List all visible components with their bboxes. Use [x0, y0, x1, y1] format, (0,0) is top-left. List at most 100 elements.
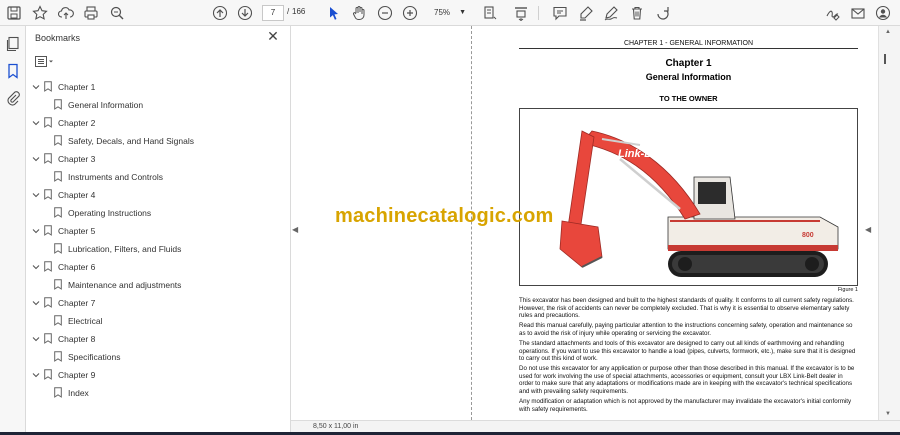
save-icon[interactable] — [4, 3, 24, 23]
top-toolbar: 7 / 166 75% ▼ — [0, 0, 900, 26]
bookmark-section[interactable]: Specifications — [26, 348, 290, 366]
comment-icon[interactable] — [550, 3, 570, 23]
bookmark-options-icon[interactable] — [35, 55, 55, 67]
fit-page-icon[interactable] — [480, 3, 500, 23]
figure-brand-text: Link-Belt — [618, 148, 666, 160]
bookmark-section[interactable]: Maintenance and adjustments — [26, 276, 290, 294]
bookmark-icon — [54, 315, 62, 326]
chevron-down-icon[interactable] — [32, 119, 40, 127]
bookmark-chapter[interactable]: Chapter 1 — [26, 78, 290, 96]
bookmark-label: Lubrication, Filters, and Fluids — [68, 244, 182, 254]
paragraph: Read this manual carefully, paying parti… — [519, 322, 853, 337]
bookmark-label: Operating Instructions — [68, 208, 152, 218]
page-size-label: 8,50 x 11,00 in — [313, 423, 359, 430]
scrollbar-thumb[interactable] — [884, 54, 886, 64]
bookmark-label: Chapter 1 — [58, 82, 96, 92]
chevron-down-icon[interactable] — [32, 335, 40, 343]
paragraph: Any modification or adaptation which is … — [519, 398, 852, 413]
zoom-in-icon[interactable] — [400, 3, 420, 23]
bookmark-chapter[interactable]: Chapter 9 — [26, 366, 290, 384]
chevron-down-icon[interactable] — [32, 191, 40, 199]
paragraph: The standard attachments and tools of th… — [519, 339, 856, 363]
zoom-select[interactable]: 75% ▼ — [427, 5, 471, 21]
bookmarks-panel-icon[interactable] — [5, 63, 21, 79]
bookmark-section[interactable]: Operating Instructions — [26, 204, 290, 222]
bookmark-section[interactable]: Lubrication, Filters, and Fluids — [26, 240, 290, 258]
collapse-panel-icon[interactable]: ◀ — [292, 225, 300, 235]
watermark-text: machinecatalogic.com — [335, 205, 554, 227]
page-down-icon[interactable] — [235, 3, 255, 23]
bookmark-section[interactable]: General Information — [26, 96, 290, 114]
section-title: TO THE OWNER — [659, 94, 718, 103]
bookmark-icon — [54, 135, 62, 146]
page-up-icon[interactable] — [210, 3, 230, 23]
bookmark-chapter[interactable]: Chapter 4 — [26, 186, 290, 204]
bookmark-chapter[interactable]: Chapter 8 — [26, 330, 290, 348]
bookmark-icon — [44, 117, 52, 128]
draw-icon[interactable] — [601, 3, 621, 23]
bookmark-icon — [44, 189, 52, 200]
print-icon[interactable] — [81, 3, 101, 23]
scroll-down-icon[interactable]: ▼ — [885, 411, 891, 417]
bookmark-section[interactable]: Safety, Decals, and Hand Signals — [26, 132, 290, 150]
paragraph: This excavator has been designed and bui… — [519, 297, 854, 320]
highlight-pen-icon[interactable] — [576, 3, 596, 23]
sign-icon[interactable] — [823, 3, 843, 23]
bookmark-icon — [54, 207, 62, 218]
bookmark-icon — [54, 351, 62, 362]
bookmark-chapter[interactable]: Chapter 6 — [26, 258, 290, 276]
bookmark-label: Chapter 6 — [58, 262, 96, 272]
page-separator: / — [287, 7, 290, 16]
chevron-down-icon[interactable] — [32, 371, 40, 379]
bookmark-label: Safety, Decals, and Hand Signals — [68, 136, 194, 146]
bookmark-icon — [44, 225, 52, 236]
figure-model-text: 800 — [802, 232, 814, 239]
bookmark-label: Chapter 8 — [58, 334, 96, 344]
bookmark-label: Chapter 2 — [58, 118, 96, 128]
bookmark-icon — [44, 297, 52, 308]
bookmark-chapter[interactable]: Chapter 7 — [26, 294, 290, 312]
account-icon[interactable] — [873, 3, 893, 23]
bookmark-icon — [54, 279, 62, 290]
delete-icon[interactable] — [627, 3, 647, 23]
chapter-title: Chapter 1 — [665, 58, 712, 69]
page-thumbnails-icon[interactable] — [5, 36, 21, 52]
bookmark-label: Chapter 9 — [58, 370, 96, 380]
upload-cloud-icon[interactable] — [56, 3, 76, 23]
zoom-search-icon[interactable] — [107, 3, 127, 23]
vertical-scrollbar[interactable]: ▲ ▼ — [878, 26, 900, 420]
scroll-mode-icon[interactable] — [511, 3, 531, 23]
attachments-icon[interactable] — [5, 90, 21, 106]
bookmark-chapter[interactable]: Chapter 3 — [26, 150, 290, 168]
close-icon[interactable]: ✕ — [266, 29, 280, 43]
bookmark-chapter[interactable]: Chapter 5 — [26, 222, 290, 240]
bookmark-section[interactable]: Index — [26, 384, 290, 402]
hand-tool-icon[interactable] — [349, 3, 369, 23]
zoom-value: 75% — [434, 8, 451, 17]
bookmark-section[interactable]: Electrical — [26, 312, 290, 330]
expand-panel-icon[interactable]: ◀ — [865, 225, 873, 235]
select-cursor-icon[interactable] — [324, 3, 344, 23]
bookmark-section[interactable]: Instruments and Controls — [26, 168, 290, 186]
chevron-down-icon[interactable] — [32, 299, 40, 307]
bookmark-label: Chapter 4 — [58, 190, 96, 200]
chevron-down-icon[interactable] — [32, 227, 40, 235]
zoom-out-icon[interactable] — [375, 3, 395, 23]
bookmark-icon — [44, 369, 52, 380]
bookmark-star-icon[interactable] — [30, 3, 50, 23]
bookmark-label: Maintenance and adjustments — [68, 280, 182, 290]
excavator-illustration: Link-Belt 800 — [559, 130, 839, 277]
page-number-input[interactable]: 7 — [262, 5, 284, 21]
rotate-icon[interactable] — [653, 3, 673, 23]
chevron-down-icon[interactable] — [32, 155, 40, 163]
bookmark-icon — [54, 243, 62, 254]
email-icon[interactable] — [848, 3, 868, 23]
bookmark-icon — [54, 99, 62, 110]
navigation-rail — [0, 26, 26, 435]
bookmark-chapter[interactable]: Chapter 2 — [26, 114, 290, 132]
chevron-down-icon[interactable] — [32, 83, 40, 91]
chevron-down-icon[interactable] — [32, 263, 40, 271]
bookmark-label: General Information — [68, 100, 144, 110]
bookmarks-title: Bookmarks — [35, 33, 81, 43]
scroll-up-icon[interactable]: ▲ — [885, 29, 891, 35]
